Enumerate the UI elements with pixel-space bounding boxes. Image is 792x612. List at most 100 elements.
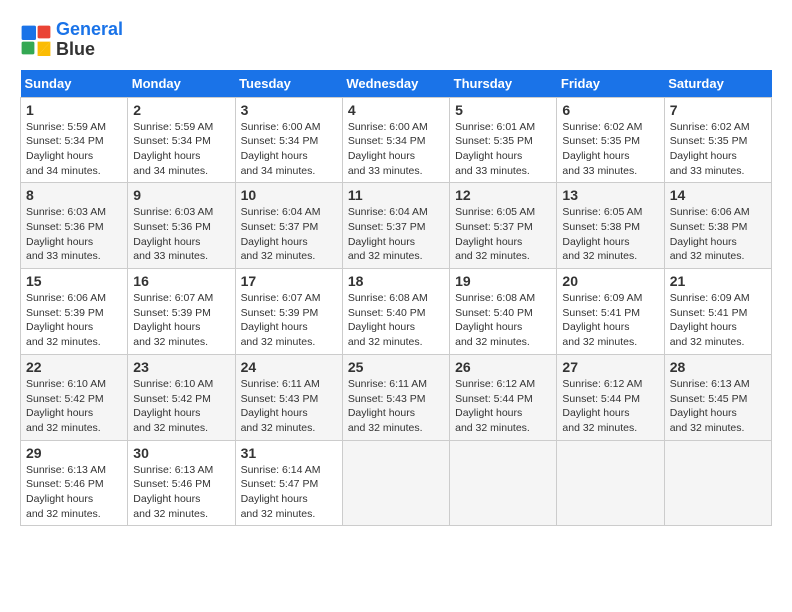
day-info: Sunrise: 6:03 AM Sunset: 5:36 PM Dayligh… (133, 205, 229, 264)
calendar-cell: 2 Sunrise: 5:59 AM Sunset: 5:34 PM Dayli… (128, 97, 235, 183)
day-info: Sunrise: 6:02 AM Sunset: 5:35 PM Dayligh… (562, 120, 658, 179)
day-number: 4 (348, 102, 444, 118)
calendar-cell: 23 Sunrise: 6:10 AM Sunset: 5:42 PM Dayl… (128, 354, 235, 440)
calendar-cell: 22 Sunrise: 6:10 AM Sunset: 5:42 PM Dayl… (21, 354, 128, 440)
day-info: Sunrise: 6:11 AM Sunset: 5:43 PM Dayligh… (348, 377, 444, 436)
calendar-cell: 1 Sunrise: 5:59 AM Sunset: 5:34 PM Dayli… (21, 97, 128, 183)
day-number: 16 (133, 273, 229, 289)
day-info: Sunrise: 6:09 AM Sunset: 5:41 PM Dayligh… (562, 291, 658, 350)
calendar-week-3: 15 Sunrise: 6:06 AM Sunset: 5:39 PM Dayl… (21, 269, 772, 355)
calendar-week-4: 22 Sunrise: 6:10 AM Sunset: 5:42 PM Dayl… (21, 354, 772, 440)
calendar-cell: 10 Sunrise: 6:04 AM Sunset: 5:37 PM Dayl… (235, 183, 342, 269)
day-number: 22 (26, 359, 122, 375)
calendar-cell: 16 Sunrise: 6:07 AM Sunset: 5:39 PM Dayl… (128, 269, 235, 355)
calendar-cell: 12 Sunrise: 6:05 AM Sunset: 5:37 PM Dayl… (450, 183, 557, 269)
calendar-cell: 28 Sunrise: 6:13 AM Sunset: 5:45 PM Dayl… (664, 354, 771, 440)
column-header-wednesday: Wednesday (342, 70, 449, 98)
day-info: Sunrise: 6:09 AM Sunset: 5:41 PM Dayligh… (670, 291, 766, 350)
calendar-cell: 8 Sunrise: 6:03 AM Sunset: 5:36 PM Dayli… (21, 183, 128, 269)
calendar-cell: 14 Sunrise: 6:06 AM Sunset: 5:38 PM Dayl… (664, 183, 771, 269)
day-info: Sunrise: 6:08 AM Sunset: 5:40 PM Dayligh… (348, 291, 444, 350)
calendar-cell: 4 Sunrise: 6:00 AM Sunset: 5:34 PM Dayli… (342, 97, 449, 183)
day-info: Sunrise: 6:13 AM Sunset: 5:46 PM Dayligh… (26, 463, 122, 522)
page-header: General Blue (20, 20, 772, 60)
calendar-cell: 26 Sunrise: 6:12 AM Sunset: 5:44 PM Dayl… (450, 354, 557, 440)
column-header-saturday: Saturday (664, 70, 771, 98)
calendar-cell: 20 Sunrise: 6:09 AM Sunset: 5:41 PM Dayl… (557, 269, 664, 355)
calendar-header-row: SundayMondayTuesdayWednesdayThursdayFrid… (21, 70, 772, 98)
day-info: Sunrise: 6:04 AM Sunset: 5:37 PM Dayligh… (348, 205, 444, 264)
day-info: Sunrise: 6:06 AM Sunset: 5:39 PM Dayligh… (26, 291, 122, 350)
calendar-cell: 9 Sunrise: 6:03 AM Sunset: 5:36 PM Dayli… (128, 183, 235, 269)
logo-icon (20, 24, 52, 56)
day-number: 18 (348, 273, 444, 289)
day-number: 29 (26, 445, 122, 461)
day-number: 26 (455, 359, 551, 375)
calendar-table: SundayMondayTuesdayWednesdayThursdayFrid… (20, 70, 772, 527)
calendar-cell: 24 Sunrise: 6:11 AM Sunset: 5:43 PM Dayl… (235, 354, 342, 440)
day-info: Sunrise: 6:13 AM Sunset: 5:46 PM Dayligh… (133, 463, 229, 522)
day-number: 8 (26, 187, 122, 203)
calendar-week-1: 1 Sunrise: 5:59 AM Sunset: 5:34 PM Dayli… (21, 97, 772, 183)
calendar-cell: 19 Sunrise: 6:08 AM Sunset: 5:40 PM Dayl… (450, 269, 557, 355)
calendar-cell: 11 Sunrise: 6:04 AM Sunset: 5:37 PM Dayl… (342, 183, 449, 269)
day-info: Sunrise: 6:03 AM Sunset: 5:36 PM Dayligh… (26, 205, 122, 264)
day-number: 13 (562, 187, 658, 203)
calendar-cell: 6 Sunrise: 6:02 AM Sunset: 5:35 PM Dayli… (557, 97, 664, 183)
day-number: 6 (562, 102, 658, 118)
day-info: Sunrise: 6:11 AM Sunset: 5:43 PM Dayligh… (241, 377, 337, 436)
day-info: Sunrise: 6:13 AM Sunset: 5:45 PM Dayligh… (670, 377, 766, 436)
day-info: Sunrise: 6:02 AM Sunset: 5:35 PM Dayligh… (670, 120, 766, 179)
calendar-cell: 25 Sunrise: 6:11 AM Sunset: 5:43 PM Dayl… (342, 354, 449, 440)
calendar-cell (557, 440, 664, 526)
day-info: Sunrise: 6:06 AM Sunset: 5:38 PM Dayligh… (670, 205, 766, 264)
day-number: 10 (241, 187, 337, 203)
calendar-cell (342, 440, 449, 526)
day-number: 24 (241, 359, 337, 375)
column-header-friday: Friday (557, 70, 664, 98)
day-info: Sunrise: 6:05 AM Sunset: 5:38 PM Dayligh… (562, 205, 658, 264)
calendar-cell: 27 Sunrise: 6:12 AM Sunset: 5:44 PM Dayl… (557, 354, 664, 440)
logo: General Blue (20, 20, 123, 60)
calendar-week-2: 8 Sunrise: 6:03 AM Sunset: 5:36 PM Dayli… (21, 183, 772, 269)
calendar-cell: 29 Sunrise: 6:13 AM Sunset: 5:46 PM Dayl… (21, 440, 128, 526)
day-info: Sunrise: 6:10 AM Sunset: 5:42 PM Dayligh… (26, 377, 122, 436)
day-number: 23 (133, 359, 229, 375)
day-number: 27 (562, 359, 658, 375)
calendar-cell: 17 Sunrise: 6:07 AM Sunset: 5:39 PM Dayl… (235, 269, 342, 355)
day-number: 9 (133, 187, 229, 203)
calendar-cell (664, 440, 771, 526)
column-header-thursday: Thursday (450, 70, 557, 98)
day-info: Sunrise: 5:59 AM Sunset: 5:34 PM Dayligh… (26, 120, 122, 179)
calendar-week-5: 29 Sunrise: 6:13 AM Sunset: 5:46 PM Dayl… (21, 440, 772, 526)
day-number: 1 (26, 102, 122, 118)
day-info: Sunrise: 6:08 AM Sunset: 5:40 PM Dayligh… (455, 291, 551, 350)
calendar-cell: 31 Sunrise: 6:14 AM Sunset: 5:47 PM Dayl… (235, 440, 342, 526)
day-number: 3 (241, 102, 337, 118)
day-info: Sunrise: 6:12 AM Sunset: 5:44 PM Dayligh… (455, 377, 551, 436)
calendar-cell: 3 Sunrise: 6:00 AM Sunset: 5:34 PM Dayli… (235, 97, 342, 183)
day-number: 28 (670, 359, 766, 375)
day-number: 30 (133, 445, 229, 461)
day-info: Sunrise: 5:59 AM Sunset: 5:34 PM Dayligh… (133, 120, 229, 179)
day-info: Sunrise: 6:12 AM Sunset: 5:44 PM Dayligh… (562, 377, 658, 436)
calendar-cell (450, 440, 557, 526)
day-info: Sunrise: 6:14 AM Sunset: 5:47 PM Dayligh… (241, 463, 337, 522)
day-info: Sunrise: 6:10 AM Sunset: 5:42 PM Dayligh… (133, 377, 229, 436)
day-info: Sunrise: 6:00 AM Sunset: 5:34 PM Dayligh… (348, 120, 444, 179)
day-info: Sunrise: 6:07 AM Sunset: 5:39 PM Dayligh… (133, 291, 229, 350)
calendar-cell: 5 Sunrise: 6:01 AM Sunset: 5:35 PM Dayli… (450, 97, 557, 183)
calendar-cell: 18 Sunrise: 6:08 AM Sunset: 5:40 PM Dayl… (342, 269, 449, 355)
logo-text: General Blue (56, 20, 123, 60)
day-number: 31 (241, 445, 337, 461)
day-number: 19 (455, 273, 551, 289)
day-number: 7 (670, 102, 766, 118)
day-number: 5 (455, 102, 551, 118)
day-info: Sunrise: 6:04 AM Sunset: 5:37 PM Dayligh… (241, 205, 337, 264)
calendar-cell: 7 Sunrise: 6:02 AM Sunset: 5:35 PM Dayli… (664, 97, 771, 183)
calendar-cell: 15 Sunrise: 6:06 AM Sunset: 5:39 PM Dayl… (21, 269, 128, 355)
column-header-sunday: Sunday (21, 70, 128, 98)
day-number: 17 (241, 273, 337, 289)
day-number: 21 (670, 273, 766, 289)
column-header-monday: Monday (128, 70, 235, 98)
